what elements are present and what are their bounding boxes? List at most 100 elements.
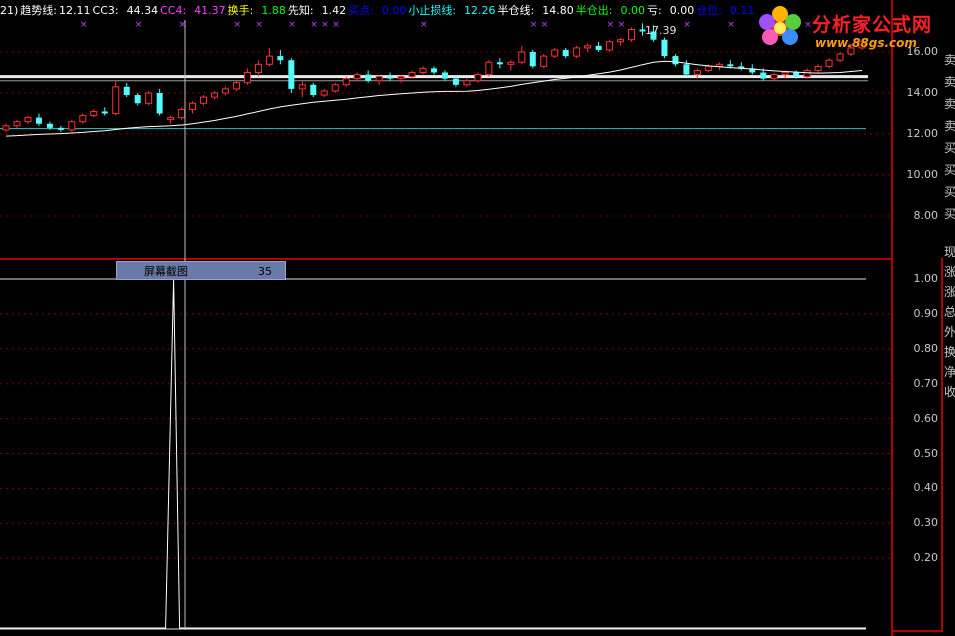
candle-body	[46, 123, 53, 128]
high-price-value: 17.39	[645, 24, 677, 37]
candle-body	[518, 51, 526, 63]
side-panel-label[interactable]: 收	[944, 384, 955, 400]
candle-body	[13, 121, 21, 127]
candle-body	[781, 72, 789, 76]
half-position-line	[0, 75, 868, 79]
candle-body	[606, 41, 614, 51]
candle-body	[628, 28, 636, 41]
candle-body	[715, 63, 723, 67]
indicator-tick-label: 0.90	[913, 306, 939, 320]
price-tick-label: 10.00	[906, 168, 939, 181]
signal-mark: ×	[332, 20, 340, 30]
header-item: 0.00	[381, 4, 407, 17]
side-panel-label[interactable]: 买	[944, 206, 955, 222]
candle-body	[408, 72, 416, 78]
candle-body	[463, 80, 471, 86]
candle-body	[573, 47, 581, 57]
side-panel-label[interactable]: 卖	[944, 96, 955, 112]
panel-divider	[0, 258, 893, 260]
signal-mark: ×	[80, 20, 88, 30]
stock-chart-window: × × × × × × × × × × × × × × × × × × 21) 趋势线: 12.11 CC3: 44.34…	[0, 0, 955, 636]
side-panel-label[interactable]: 涨	[944, 284, 955, 300]
candle-body	[551, 49, 559, 57]
candle-body	[452, 78, 459, 85]
right-axis-border	[891, 0, 893, 636]
indicator-tick-label: 0.70	[913, 376, 939, 390]
tooltip-value: 35	[258, 265, 272, 278]
candle-body	[310, 84, 317, 96]
price-tick-label: 8.00	[913, 209, 939, 222]
header-item: 41.37	[194, 4, 226, 17]
candle-body	[387, 76, 394, 79]
header-item: 12.26	[464, 4, 496, 17]
candle-body	[584, 45, 592, 49]
candle-body	[562, 49, 569, 57]
side-panel-label[interactable]: 买	[944, 140, 955, 156]
candle-body	[298, 84, 306, 90]
candle-body	[595, 45, 602, 50]
side-panel-label[interactable]: 买	[944, 184, 955, 200]
candle-body	[693, 69, 701, 76]
side-panel-label[interactable]: 卖	[944, 52, 955, 68]
indicator-tick-label: 0.20	[913, 551, 939, 565]
candle-body	[496, 62, 503, 65]
candle-body	[112, 86, 120, 114]
candle-body	[288, 60, 295, 89]
candle-body	[221, 88, 229, 94]
signal-marks: × × × × × × × × × × × × × × × × × ×	[80, 20, 867, 30]
candle-body	[617, 39, 625, 43]
candle-body	[254, 63, 262, 74]
level-lines	[0, 75, 868, 130]
header-item: 1.42	[321, 4, 347, 17]
header-item: 0.00	[620, 4, 645, 17]
candle-body	[375, 76, 383, 82]
candle-body	[540, 55, 548, 67]
candle-body	[803, 69, 811, 78]
candle-body	[90, 110, 98, 117]
header-item: 14.80	[542, 4, 574, 17]
signal-mark: ×	[420, 20, 428, 30]
side-panel-label[interactable]: 卖	[944, 74, 955, 90]
candle-body	[68, 121, 76, 131]
candle-body	[353, 74, 361, 80]
signal-mark: ×	[618, 20, 626, 30]
signal-mark: ×	[310, 20, 318, 30]
candle-body	[672, 56, 679, 65]
side-panel-label[interactable]: 总	[944, 304, 955, 320]
flower-icon	[759, 6, 801, 45]
candle-body	[134, 95, 141, 104]
candle-body	[265, 55, 273, 65]
logo-url: www.88gs.com	[815, 36, 917, 50]
indicator-tick-label: 0.30	[913, 516, 939, 530]
side-panel-label[interactable]: 卖	[944, 118, 955, 134]
header-item: 趋势线:	[20, 4, 58, 17]
signal-mark: ×	[321, 20, 329, 30]
side-panel-border	[941, 258, 943, 632]
candle-body	[320, 90, 328, 96]
candle-body	[485, 61, 493, 76]
side-panel-label[interactable]: 外	[944, 324, 955, 340]
header-item: 亏:	[646, 4, 662, 17]
signal-mark: ×	[607, 20, 615, 30]
tooltip-label: 屏幕截图	[144, 265, 188, 278]
candle-body	[441, 72, 448, 79]
candle-body	[661, 39, 668, 57]
candle-body	[189, 102, 197, 110]
candle-body	[760, 72, 767, 79]
side-panel-label[interactable]: 换	[944, 344, 955, 360]
side-panel-label[interactable]: 涨	[944, 264, 955, 280]
indicator-tick-label: 0.60	[913, 411, 939, 425]
header-item: 半仓出:	[575, 4, 613, 17]
candle-body	[101, 111, 108, 114]
side-panel-label[interactable]: 买	[944, 162, 955, 178]
header-item: 0.11	[729, 4, 755, 17]
candle-body	[2, 125, 10, 131]
indicator-tick-label: 0.50	[913, 446, 939, 460]
candle-body	[474, 74, 482, 82]
side-panel-label[interactable]: 净	[944, 364, 955, 380]
candle-body	[529, 52, 536, 67]
signal-mark: ×	[233, 20, 241, 30]
kline-chart[interactable]: × × × × × × × × × × × × × × × × × ×	[0, 0, 955, 636]
side-panel-label[interactable]: 现	[944, 244, 955, 260]
candle-body	[145, 92, 153, 104]
